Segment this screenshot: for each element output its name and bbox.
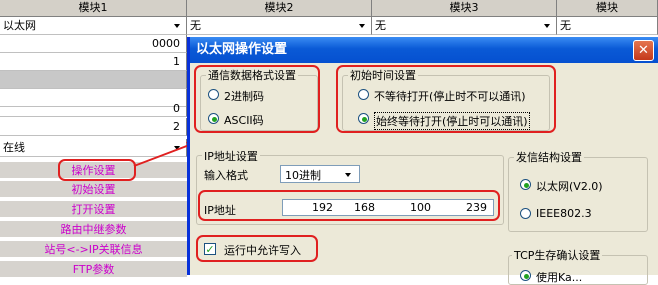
module1-status-value: 在线 [3,141,25,154]
dialog-title-bar[interactable]: 以太网操作设置 ✕ [190,37,658,63]
dialog-title: 以太网操作设置 [196,42,288,57]
column-header-2: 模块2 [187,0,372,17]
module1-row2[interactable]: 0000 [0,35,187,53]
module2-type-value: 无 [190,19,201,32]
annotation-box-comm-format [194,65,320,133]
column-header-3: 模块3 [372,0,557,17]
annotation-box-ip-address [198,190,500,221]
radio-ethernet-v2[interactable] [520,179,531,190]
routing-relay-button[interactable]: 路由中继参数 [0,221,187,238]
tcp-keepalive-label: 使用Ka... [536,271,583,284]
module4-type-combo[interactable]: 无 [557,17,658,35]
initial-settings-button[interactable]: 初始设置 [0,181,187,198]
ftp-params-button[interactable]: FTP参数 [0,261,187,278]
chevron-down-icon [174,24,180,28]
radio-keepalive[interactable] [520,270,531,281]
close-icon[interactable]: ✕ [633,40,654,61]
column-header-1: 模块1 [0,0,187,17]
send-frame-group [508,157,648,232]
chevron-down-icon [345,173,351,177]
station-ip-button[interactable]: 站号<->IP关联信息 [0,241,187,258]
module1-row5[interactable]: 0 [0,102,187,117]
input-format-label: 输入格式 [204,169,248,182]
module3-type-combo[interactable]: 无 [372,17,557,35]
annotation-box-init-timing [336,65,556,133]
module1-row6[interactable]: 2 [0,118,187,136]
ieee8023-label: IEEE802.3 [536,207,592,220]
module1-type-combo[interactable]: 以太网 [0,17,187,35]
chevron-down-icon [544,24,550,28]
tcp-keepalive-title: TCP生存确认设置 [512,247,603,263]
chevron-down-icon [359,24,365,28]
module3-type-value: 无 [375,19,386,32]
module1-type-value: 以太网 [3,19,36,32]
module1-row4 [0,71,187,89]
radio-ieee8023[interactable] [520,208,531,219]
input-format-select[interactable]: 10进制 [280,165,360,183]
module2-type-combo[interactable]: 无 [187,17,372,35]
annotation-box-allow-write [196,235,318,262]
module1-row3[interactable]: 1 [0,53,187,71]
column-header-4: 模块 [557,0,658,17]
annotation-box-operation [58,159,136,181]
send-frame-title: 发信结构设置 [514,149,584,165]
ethernet-v2-label: 以太网(V2.0) [536,180,603,193]
input-format-value: 10进制 [285,169,321,182]
ethernet-settings-dialog: 以太网操作设置 ✕ 通信数据格式设置 2进制码 ASCII码 初始时间设置 不等… [187,37,658,285]
open-settings-button[interactable]: 打开设置 [0,201,187,218]
module4-type-value: 无 [560,19,571,32]
ip-settings-title: IP地址设置 [202,148,260,164]
